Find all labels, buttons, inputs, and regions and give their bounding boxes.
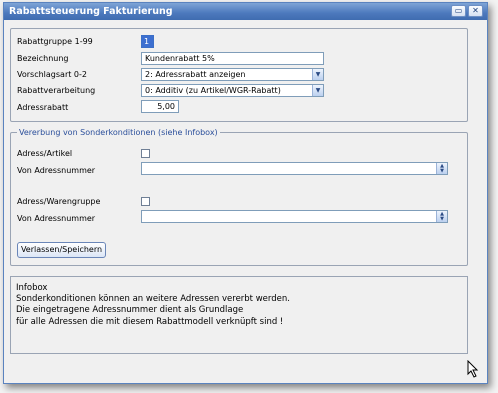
close-button[interactable]: ✕ <box>468 5 483 17</box>
rabattverarbeitung-label: Rabattverarbeitung <box>17 86 96 95</box>
spinner-icon[interactable]: ▲ ▼ <box>436 211 447 222</box>
rabattgruppe-label: Rabattgruppe 1-99 <box>17 37 93 46</box>
infobox-text: Infobox Sonderkonditionen können an weit… <box>16 283 290 327</box>
dialog-window: Rabattsteuerung Fakturierung ▭ ✕ Rabattg… <box>3 2 488 384</box>
von-adressnummer1-select[interactable]: ▲ ▼ <box>141 162 448 175</box>
title-bar[interactable]: Rabattsteuerung Fakturierung ▭ ✕ <box>4 3 487 20</box>
close-icon: ✕ <box>472 6 479 15</box>
chevron-down-icon[interactable]: ▼ <box>312 69 323 80</box>
verlassen-speichern-button[interactable]: Verlassen/Speichern <box>17 242 106 258</box>
spinner-down-icon: ▼ <box>440 168 444 174</box>
vererbung-legend: Vererbung von Sonderkonditionen (siehe I… <box>17 127 220 138</box>
von-adressnummer1-label: Von Adressnummer <box>17 166 96 175</box>
rabattgruppe-input[interactable]: 1 <box>141 35 154 48</box>
chevron-down-icon[interactable]: ▼ <box>312 85 323 96</box>
von-adressnummer2-label: Von Adressnummer <box>17 214 96 223</box>
vorschlagsart-value: 2: Adressrabatt anzeigen <box>145 70 246 79</box>
bezeichnung-input[interactable]: Kundenrabatt 5% <box>141 52 324 65</box>
spinner-icon[interactable]: ▲ ▼ <box>436 163 447 174</box>
adress-warengruppe-label: Adress/Warengruppe <box>17 197 101 206</box>
adress-artikel-checkbox[interactable] <box>141 149 150 158</box>
bezeichnung-label: Bezeichnung <box>17 54 69 63</box>
rabattverarbeitung-select[interactable]: 0: Additiv (zu Artikel/WGR-Rabatt) ▼ <box>141 84 324 97</box>
adress-artikel-label: Adress/Artikel <box>17 149 73 158</box>
vorschlagsart-label: Vorschlagsart 0-2 <box>17 70 87 79</box>
mouse-cursor-icon <box>467 360 479 378</box>
vorschlagsart-select[interactable]: 2: Adressrabatt anzeigen ▼ <box>141 68 324 81</box>
window-title: Rabattsteuerung Fakturierung <box>9 6 173 17</box>
spinner-down-icon: ▼ <box>440 216 444 222</box>
minimize-button[interactable]: ▭ <box>451 5 466 17</box>
adress-warengruppe-checkbox[interactable] <box>141 197 150 206</box>
adressrabatt-input[interactable]: 5,00 <box>141 100 179 113</box>
von-adressnummer2-select[interactable]: ▲ ▼ <box>141 210 448 223</box>
minimize-icon: ▭ <box>454 6 463 15</box>
rabattverarbeitung-value: 0: Additiv (zu Artikel/WGR-Rabatt) <box>145 86 281 95</box>
adressrabatt-label: Adressrabatt <box>17 103 69 112</box>
